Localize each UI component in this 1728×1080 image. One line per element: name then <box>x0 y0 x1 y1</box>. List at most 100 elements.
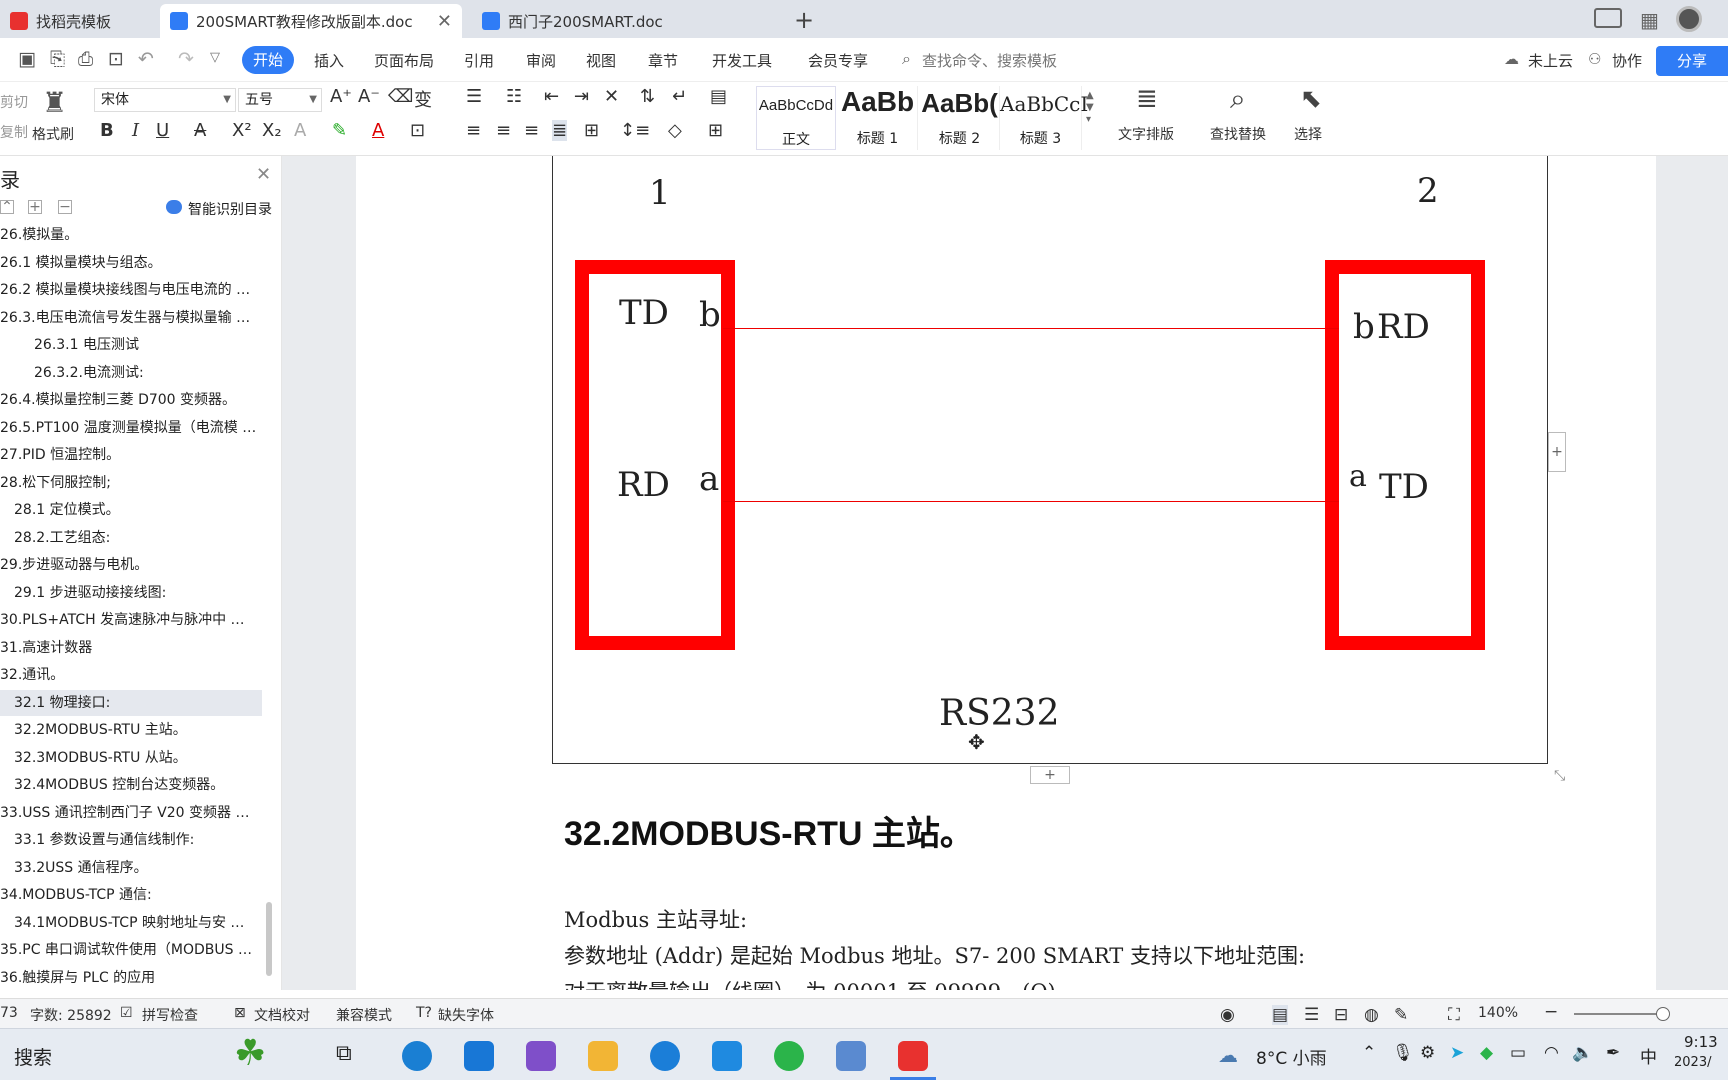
web-view-icon[interactable]: ◍ <box>1364 1005 1379 1025</box>
reading-view-icon[interactable]: ⊟ <box>1334 1005 1348 1025</box>
zoom-out-icon[interactable]: − <box>1544 1002 1558 1022</box>
align-left-icon[interactable]: ≡ <box>466 120 481 141</box>
collapse-up-icon[interactable]: ⌃ <box>0 200 14 214</box>
shading-icon[interactable]: ◇ <box>668 120 682 141</box>
line-spacing-icon[interactable]: ↕≡ <box>620 120 650 141</box>
toc-item[interactable]: 26.2 模拟量模块接线图与电压电流的 … <box>0 277 262 303</box>
styles-more-icon[interactable]: ▲ ▼ ▾ <box>1086 90 1094 126</box>
find-replace-button[interactable]: 查找替换 <box>1210 124 1266 144</box>
char-border-icon[interactable]: ⊡ <box>410 120 425 141</box>
toc-item[interactable]: 27.PID 恒温控制。 <box>0 442 262 468</box>
menu-view[interactable]: 视图 <box>586 50 616 71</box>
justify-icon[interactable]: ≣ <box>552 120 568 141</box>
chinese-layout-icon[interactable]: ✕ <box>604 86 619 107</box>
text-effect-icon[interactable]: A <box>294 120 306 141</box>
toc-item[interactable]: 26.3.2.电流测试: <box>0 360 262 386</box>
show-marks-icon[interactable]: ↵ <box>672 86 687 107</box>
borders-icon[interactable]: ⊞ <box>708 120 723 141</box>
feishu-icon[interactable]: ➤ <box>1450 1043 1464 1063</box>
mail-icon[interactable] <box>464 1041 494 1071</box>
toc-item[interactable]: 29.1 步进驱动接接线图: <box>0 580 262 606</box>
style-heading-1[interactable]: AaBb 标题 1 <box>838 86 918 150</box>
menu-review[interactable]: 审阅 <box>526 50 556 71</box>
save-icon[interactable]: ▣ <box>18 48 36 70</box>
undo-icon[interactable]: ↶ <box>138 48 154 70</box>
print-preview-icon[interactable]: ⊡ <box>108 48 124 70</box>
toc-item[interactable]: 26.3.电压电流信号发生器与模拟量输 … <box>0 305 262 331</box>
tray-expand-icon[interactable]: ⌃ <box>1362 1043 1376 1063</box>
battery-icon[interactable]: ▭ <box>1510 1043 1526 1063</box>
missing-font-button[interactable]: 缺失字体 <box>438 1005 494 1025</box>
toc-item[interactable]: 32.4MODBUS 控制台达变频器。 <box>0 772 262 798</box>
rs232-figure[interactable]: 1 2 TD b RD a b RD a TD RS232 <box>552 156 1548 764</box>
volume-icon[interactable]: 🔈 <box>1572 1043 1593 1063</box>
collapse-icon[interactable]: − <box>58 200 72 214</box>
toc-item[interactable]: 34.1MODBUS-TCP 映射地址与安 … <box>0 910 262 936</box>
window-layout-icon[interactable] <box>1594 8 1622 28</box>
toc-item[interactable]: 26.4.模拟量控制三菱 D700 变频器。 <box>0 387 262 413</box>
wechat-icon[interactable] <box>774 1041 804 1071</box>
expand-icon[interactable]: + <box>28 200 42 214</box>
toc-item[interactable]: 32.1 物理接口: <box>0 689 262 716</box>
task-view-icon[interactable]: ⧉ <box>336 1041 366 1071</box>
table-grid-icon[interactable]: ▤ <box>710 86 727 107</box>
proofread-button[interactable]: 文档校对 <box>254 1005 310 1025</box>
write-view-icon[interactable]: ✎ <box>1394 1005 1408 1025</box>
phonetic-icon[interactable]: 变 <box>414 86 432 112</box>
toc-item[interactable]: 29.步进驱动器与电机。 <box>0 552 262 578</box>
menu-insert[interactable]: 插入 <box>314 50 344 71</box>
wechat-tray-icon[interactable]: ◆ <box>1480 1043 1493 1063</box>
resize-handle-icon[interactable]: ⤡ <box>1554 768 1565 784</box>
style-normal[interactable]: AaBbCcDd 正文 <box>756 86 836 150</box>
numbering-icon[interactable]: ☷ <box>506 86 522 107</box>
collab-button[interactable]: 协作 <box>1612 50 1642 71</box>
toc-item[interactable]: 32.2MODBUS-RTU 主站。 <box>0 717 262 743</box>
menu-member[interactable]: 会员专享 <box>808 50 868 71</box>
fit-page-icon[interactable]: ⛶ <box>1448 1005 1460 1025</box>
export-icon[interactable]: ⎘ <box>50 48 65 70</box>
smart-toc-button[interactable]: 智能识别目录 <box>188 199 272 219</box>
toc-item[interactable]: 32.通讯。 <box>0 662 262 688</box>
align-center-icon[interactable]: ≡ <box>496 120 511 141</box>
align-right-icon[interactable]: ≡ <box>524 120 539 141</box>
eye-protection-icon[interactable]: ◉ <box>1220 1005 1235 1025</box>
toc-item[interactable]: 35.PC 串口调试软件使用（MODBUS … <box>0 937 262 963</box>
superscript-icon[interactable]: X² <box>232 120 252 141</box>
menu-page-layout[interactable]: 页面布局 <box>374 50 434 71</box>
toc-item[interactable]: 33.USS 通讯控制西门子 V20 变频器 … <box>0 800 262 826</box>
format-painter-button[interactable]: 格式刷 <box>32 124 74 144</box>
k-app-icon[interactable] <box>650 1041 680 1071</box>
tab-docer-templates[interactable]: 找稻壳模板 <box>0 4 156 38</box>
page-view-icon[interactable]: ▤ <box>1272 1005 1289 1025</box>
clock-time[interactable]: 9:13 <box>1684 1033 1718 1051</box>
file-explorer-icon[interactable] <box>588 1041 618 1071</box>
command-search[interactable]: 查找命令、搜索模板 <box>922 50 1057 71</box>
spellcheck-button[interactable]: 拼写检查 <box>142 1005 198 1025</box>
cut-button[interactable]: 剪切 <box>0 92 28 112</box>
page-number[interactable]: 73 <box>0 1005 18 1021</box>
highlight-icon[interactable]: ✎ <box>332 120 347 141</box>
quick-access-dropdown-icon[interactable]: ▽ <box>210 50 220 65</box>
bold-icon[interactable]: B <box>100 120 114 141</box>
zoom-slider[interactable] <box>1574 1013 1664 1015</box>
increase-indent-icon[interactable]: ⇥ <box>574 86 589 107</box>
menu-references[interactable]: 引用 <box>464 50 494 71</box>
add-row-icon[interactable]: + <box>1030 766 1070 784</box>
microphone-icon[interactable]: 🎙 <box>1392 1043 1414 1063</box>
toc-item[interactable]: 26.1 模拟量模块与组态。 <box>0 250 262 276</box>
sort-icon[interactable]: ⇅ <box>640 86 655 107</box>
toc-item[interactable]: 34.MODBUS-TCP 通信: <box>0 882 262 908</box>
avatar[interactable] <box>1676 6 1702 32</box>
print-icon[interactable]: ⎙ <box>78 48 93 70</box>
italic-icon[interactable]: I <box>132 120 139 141</box>
add-column-icon[interactable]: + <box>1548 432 1566 472</box>
toc-item[interactable]: 26.5.PT100 温度测量模拟量（电流模 … <box>0 415 262 441</box>
zoom-slider-handle[interactable] <box>1656 1007 1670 1021</box>
clear-format-icon[interactable]: ⌫ <box>388 86 413 107</box>
visual-studio-icon[interactable] <box>526 1041 556 1071</box>
bullets-icon[interactable]: ☰ <box>466 86 482 107</box>
toc-item[interactable]: 28.松下伺服控制; <box>0 470 262 496</box>
strikethrough-icon[interactable]: A <box>194 120 206 141</box>
cloud-status[interactable]: 未上云 <box>1528 50 1573 71</box>
outline-view-icon[interactable]: ☰ <box>1304 1005 1319 1025</box>
